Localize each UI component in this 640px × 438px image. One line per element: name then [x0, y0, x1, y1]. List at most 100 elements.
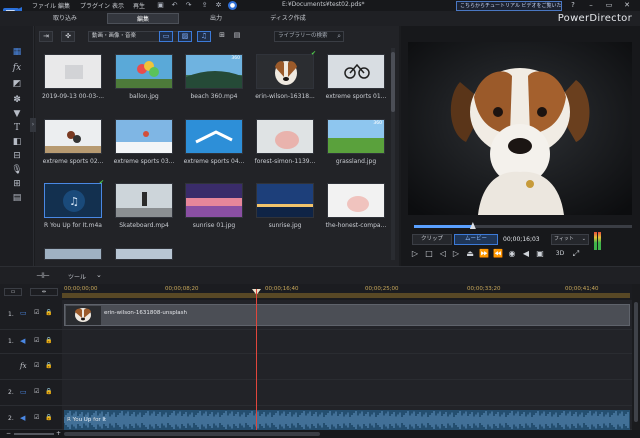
timeline-scrollbar[interactable]	[632, 284, 640, 438]
upload-icon[interactable]: ⇪	[200, 1, 209, 10]
maximize-icon[interactable]: ▭	[602, 0, 616, 11]
stop-icon[interactable]: □	[424, 248, 434, 259]
video-filter-icon[interactable]: ▭	[159, 31, 173, 42]
account-icon[interactable]: ●	[228, 1, 237, 10]
chevron-down-icon[interactable]: ⌄	[96, 271, 102, 279]
menu-edit[interactable]: 編集	[58, 1, 70, 10]
particle-room-icon[interactable]: ✽	[10, 94, 24, 106]
preview-scrubber[interactable]	[414, 222, 632, 229]
media-thumbnail[interactable]	[256, 54, 314, 89]
media-thumbnail[interactable]	[115, 248, 173, 260]
media-thumbnail[interactable]	[44, 248, 102, 260]
track-enable-checkbox[interactable]: ☑	[34, 388, 39, 395]
image-filter-icon[interactable]: ▨	[178, 31, 192, 42]
transition-icon[interactable]: ◧	[10, 136, 24, 148]
menu-file[interactable]: ファイル	[32, 1, 56, 10]
fullscreen-icon[interactable]: ⤢	[571, 248, 581, 259]
close-icon[interactable]: ✕	[620, 0, 634, 11]
chapter-room-icon[interactable]: ⊞	[10, 178, 24, 190]
track-audio-1[interactable]	[62, 330, 632, 354]
menu-view[interactable]: 表示	[112, 1, 124, 10]
subtitle-room-icon[interactable]: ▤	[10, 192, 24, 204]
menu-playback[interactable]: 再生	[133, 1, 145, 10]
next-frame-icon[interactable]: ▷	[451, 248, 461, 259]
media-thumbnail[interactable]	[115, 54, 173, 89]
collapse-rail-icon[interactable]: ›	[30, 118, 36, 132]
split-icon[interactable]: ⏏	[465, 248, 475, 259]
track-enable-checkbox[interactable]: ☑	[34, 362, 39, 369]
tutorial-link[interactable]: こちらからチュートリアル ビデオをご覧いただけます。	[456, 1, 562, 11]
media-thumbnail[interactable]	[256, 119, 314, 154]
zoom-slider[interactable]	[14, 433, 54, 435]
zoom-in-icon[interactable]: +	[56, 430, 61, 438]
audio-clip[interactable]: R You Up for It	[64, 410, 630, 430]
playhead[interactable]	[256, 289, 257, 434]
audio-mixing-icon[interactable]: ⊟	[10, 150, 24, 162]
media-thumbnail[interactable]	[185, 183, 243, 218]
tab-produce[interactable]: 出力	[186, 13, 246, 24]
library-search-input[interactable]: ライブラリーの検索 ⌕	[274, 31, 344, 42]
track-enable-checkbox[interactable]: ☑	[34, 337, 39, 344]
library-scrollbar[interactable]	[391, 48, 395, 260]
tab-disc[interactable]: ディスク作成	[252, 13, 324, 24]
video-clip[interactable]: erin-wilson-1631808-unsplash	[64, 304, 630, 326]
media-thumbnail[interactable]	[115, 119, 173, 154]
lock-icon[interactable]: 🔒	[45, 362, 52, 369]
menu-plugin[interactable]: プラグイン	[80, 1, 110, 10]
work-area-bar[interactable]	[62, 293, 630, 298]
media-thumbnail[interactable]: ♫	[44, 183, 102, 218]
rewind-icon[interactable]: ⏪	[493, 248, 503, 259]
movie-mode-button[interactable]: ムービー	[454, 234, 498, 245]
media-thumbnail[interactable]	[185, 119, 243, 154]
track-video-2[interactable]	[62, 380, 632, 406]
media-thumbnail[interactable]	[327, 183, 385, 218]
storyboard-view-icon[interactable]: ▭	[4, 288, 22, 296]
fx-room-icon[interactable]: fx	[10, 62, 24, 74]
plugins-icon[interactable]: ✜	[61, 31, 75, 42]
minimize-icon[interactable]: –	[584, 0, 598, 11]
zoom-fit-dropdown[interactable]: フィット ⌄	[551, 234, 589, 245]
lock-icon[interactable]: 🔒	[45, 414, 52, 421]
clip-mode-button[interactable]: クリップ	[412, 234, 452, 245]
volume-icon[interactable]: ◀	[521, 248, 531, 259]
track-enable-checkbox[interactable]: ☑	[34, 309, 39, 316]
pip-room-icon[interactable]: ◩	[10, 78, 24, 90]
settings-icon[interactable]: ✲	[214, 1, 223, 10]
import-media-icon[interactable]: ⇥	[39, 31, 53, 42]
media-thumbnail[interactable]	[256, 183, 314, 218]
play-icon[interactable]: ▷	[410, 248, 420, 259]
media-thumbnail[interactable]	[327, 54, 385, 89]
grid-view-icon[interactable]: ⊞	[215, 31, 229, 42]
track-manager-icon[interactable]: ⊣⊢	[36, 271, 50, 280]
track-fx[interactable]	[62, 354, 632, 380]
media-thumbnail[interactable]: 360	[185, 54, 243, 89]
snapshot-icon[interactable]: ◉	[507, 248, 517, 259]
redo-icon[interactable]: ↷	[184, 1, 193, 10]
voiceover-icon[interactable]: 🎙	[10, 164, 24, 176]
undo-icon[interactable]: ↶	[170, 1, 179, 10]
save-icon[interactable]: ▣	[156, 1, 165, 10]
media-thumbnail[interactable]	[44, 54, 102, 89]
title-room-icon[interactable]: T	[10, 122, 24, 134]
timeline-view-icon[interactable]: ⇹	[30, 288, 58, 296]
horizontal-scrollbar[interactable]	[64, 432, 320, 436]
track-enable-checkbox[interactable]: ☑	[34, 414, 39, 421]
lock-icon[interactable]: 🔒	[45, 309, 52, 316]
media-filter-dropdown[interactable]: 動画・画像・音楽 ⌄	[88, 31, 189, 42]
zoom-out-icon[interactable]: −	[6, 430, 11, 438]
tab-capture[interactable]: 取り込み	[36, 13, 94, 24]
explorer-view-icon[interactable]: ▤	[230, 31, 244, 42]
tab-edit[interactable]: 編集	[107, 13, 179, 24]
media-thumbnail[interactable]	[115, 183, 173, 218]
3d-mode-button[interactable]: 3D	[550, 248, 570, 259]
music-filter-icon[interactable]: ♫	[197, 31, 211, 42]
tools-menu[interactable]: ツール	[68, 272, 86, 281]
previous-frame-icon[interactable]: ◁	[438, 248, 448, 259]
media-thumbnail[interactable]: 360	[327, 119, 385, 154]
undock-icon[interactable]: ▣	[535, 248, 545, 259]
fast-forward-icon[interactable]: ⏩	[479, 248, 489, 259]
media-thumbnail[interactable]	[44, 119, 102, 154]
media-room-icon[interactable]: ▦	[10, 46, 24, 58]
transition-room-icon[interactable]: ▼	[10, 108, 24, 120]
help-icon[interactable]: ?	[566, 0, 580, 11]
